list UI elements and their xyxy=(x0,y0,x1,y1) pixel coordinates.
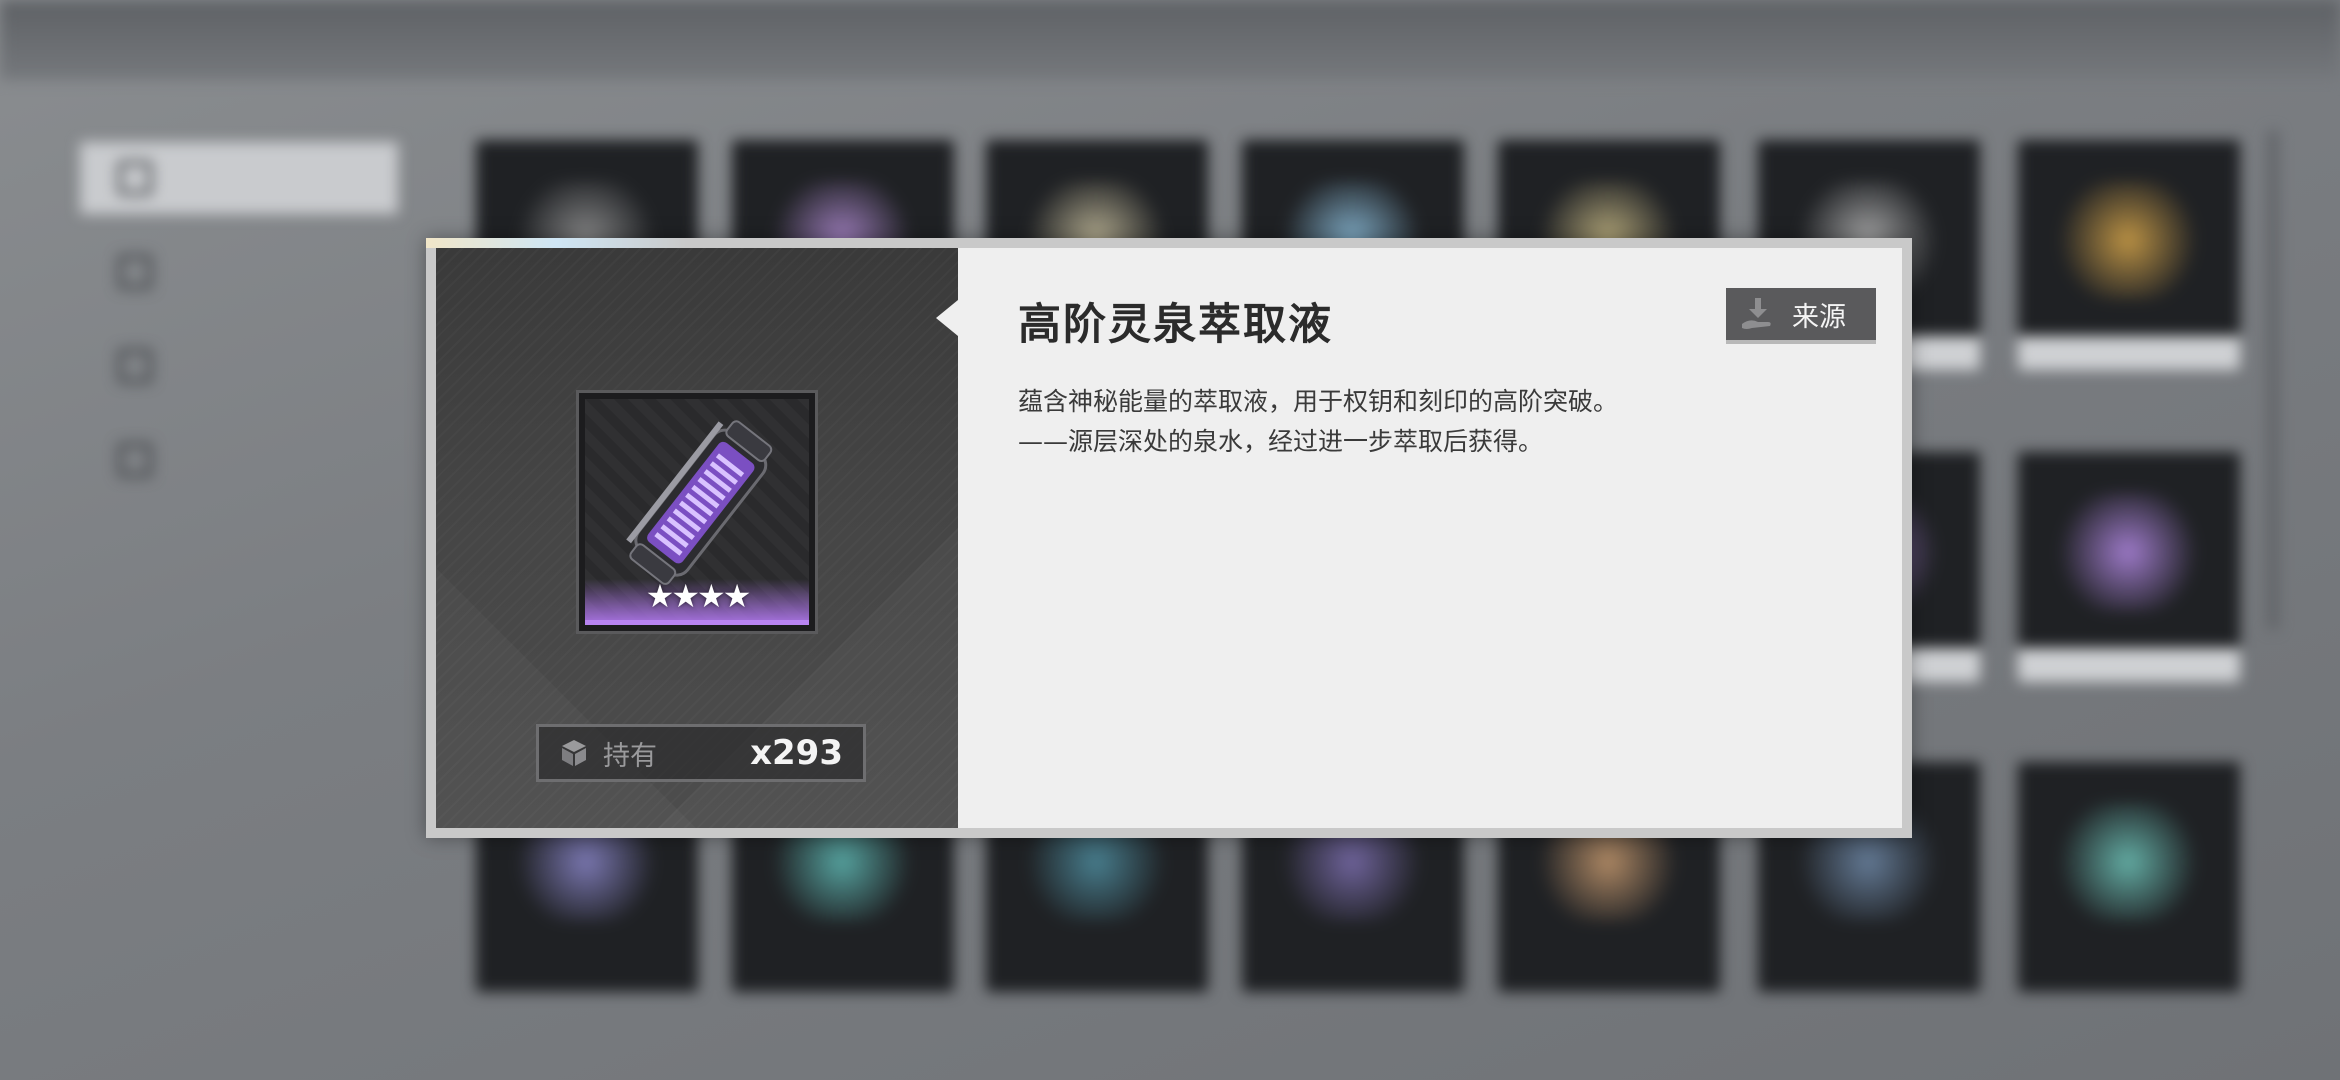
background-category-icon xyxy=(118,443,152,477)
cube-icon xyxy=(562,740,586,766)
background-category-icon xyxy=(118,255,152,289)
background-item-label xyxy=(2018,648,2240,682)
item-name: 高阶灵泉萃取液 xyxy=(1018,300,1333,350)
background-sidebar-item xyxy=(80,424,398,496)
owned-count-box: 持有 x293 xyxy=(536,724,866,782)
purple-canister-icon xyxy=(626,420,773,585)
background-item-label xyxy=(2018,336,2240,370)
background-sidebar-item xyxy=(80,330,398,402)
background-item-art xyxy=(2048,492,2208,612)
background-item-card xyxy=(2018,452,2240,682)
background-item-card xyxy=(2018,762,2240,992)
background-item-art xyxy=(2048,802,2208,922)
owned-count: x293 xyxy=(750,733,843,773)
description-line: ——源层深处的泉水，经过进一步萃取后获得。 xyxy=(1018,427,1544,456)
background-item-card xyxy=(2018,140,2240,370)
owned-label: 持有 xyxy=(603,740,657,772)
background-top-bar xyxy=(0,0,2340,80)
item-info-panel: 高阶灵泉萃取液 来源 蕴含神秘能量的萃取液，用于权钥和刻印的高阶突破。 ——源层… xyxy=(958,248,1902,828)
download-hand-icon xyxy=(1742,298,1771,329)
background-category-icon xyxy=(118,349,152,383)
panel-pointer xyxy=(936,300,958,336)
source-button-label: 来源 xyxy=(1792,301,1846,333)
background-sidebar-item xyxy=(80,236,398,308)
source-button[interactable]: 来源 xyxy=(1726,288,1876,340)
background-scrollbar xyxy=(2268,130,2278,630)
rarity-stars: ★★★★ xyxy=(645,577,752,615)
background-category-icon xyxy=(118,161,152,195)
item-description: 蕴含神秘能量的萃取液，用于权钥和刻印的高阶突破。 ——源层深处的泉水，经过进一步… xyxy=(1018,382,1838,462)
background-sidebar-item xyxy=(80,142,398,214)
rarity-bar xyxy=(585,620,809,625)
item-detail-dialog: ★★★★ 持有 x293 高阶灵泉萃取液 来源 蕴含神秘能量的萃取液，用于权钥和… xyxy=(426,238,1912,838)
description-line: 蕴含神秘能量的萃取液，用于权钥和刻印的高阶突破。 xyxy=(1018,387,1619,416)
item-preview-panel: ★★★★ 持有 x293 xyxy=(436,248,958,828)
item-icon-frame: ★★★★ xyxy=(576,390,818,634)
background-item-art xyxy=(2048,180,2208,300)
